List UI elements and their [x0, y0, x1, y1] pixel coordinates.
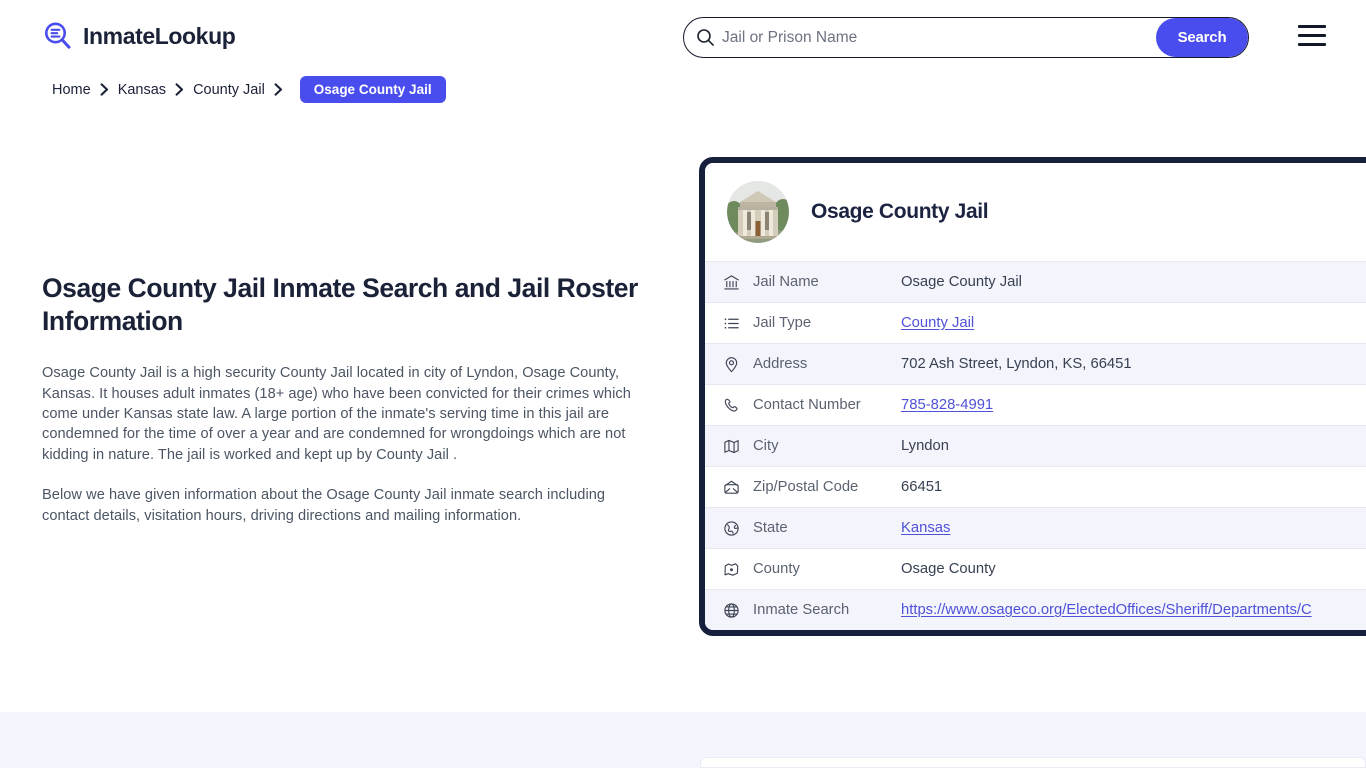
row-label: Jail Name: [753, 274, 819, 290]
hamburger-bar: [1298, 34, 1326, 37]
search-button[interactable]: Search: [1156, 18, 1248, 57]
chevron-right-icon: [274, 83, 283, 96]
row-label: Inmate Search: [753, 602, 850, 618]
courthouse-photo: [727, 181, 789, 243]
row-label: Address: [753, 356, 808, 372]
search-bar[interactable]: Search: [683, 17, 1249, 58]
search-input[interactable]: [718, 18, 1156, 57]
hamburger-bar: [1298, 25, 1326, 28]
main-content: Osage County Jail Inmate Search and Jail…: [42, 272, 638, 526]
hamburger-bar: [1298, 43, 1326, 46]
map-icon: [723, 438, 753, 455]
row-label: Contact Number: [753, 397, 861, 413]
breadcrumb-current: Osage County Jail: [299, 76, 446, 103]
table-row: City Lyndon: [705, 425, 1366, 466]
globe-icon: [723, 602, 753, 619]
table-row: State Kansas: [705, 507, 1366, 548]
table-row: Inmate Search https://www.osageco.org/El…: [705, 589, 1366, 630]
breadcrumb-item-home[interactable]: Home: [52, 82, 91, 98]
bank-icon: [723, 274, 753, 291]
row-value: 702 Ash Street, Lyndon, KS, 66451: [901, 356, 1132, 372]
chevron-right-icon: [175, 83, 184, 96]
row-value: 66451: [901, 479, 943, 495]
row-value: Osage County: [901, 561, 996, 577]
intro-paragraph-2: Below we have given information about th…: [42, 487, 606, 524]
contact-number-link[interactable]: 785-828-4991: [901, 397, 993, 413]
phone-icon: [723, 397, 753, 414]
globe-state-icon: [723, 520, 753, 537]
magnifier-list-icon: [42, 20, 74, 52]
row-value: Osage County Jail: [901, 274, 1022, 290]
table-row: County Osage County: [705, 548, 1366, 589]
county-icon: [723, 561, 753, 578]
jail-card-title: Osage County Jail: [811, 200, 989, 223]
jail-card-header: Osage County Jail: [705, 163, 1366, 261]
chevron-right-icon: [100, 83, 109, 96]
brand-name: InmateLookup: [83, 22, 236, 49]
site-header: InmateLookup Search: [0, 0, 1366, 75]
breadcrumb: Home Kansas County Jail Osage County Jai…: [52, 76, 446, 103]
hamburger-menu-icon[interactable]: [1298, 25, 1326, 46]
page-title: Osage County Jail Inmate Search and Jail…: [42, 273, 638, 336]
table-row: Address 702 Ash Street, Lyndon, KS, 6645…: [705, 343, 1366, 384]
jail-info-card: Osage County Jail Jail Name Osage County…: [699, 157, 1366, 636]
table-row: Zip/Postal Code 66451: [705, 466, 1366, 507]
breadcrumb-item-county-jail[interactable]: County Jail: [193, 82, 265, 98]
intro-paragraph-1: Osage County Jail is a high security Cou…: [42, 365, 631, 463]
state-link[interactable]: Kansas: [901, 520, 950, 536]
breadcrumb-item-kansas[interactable]: Kansas: [118, 82, 166, 98]
map-pin-icon: [723, 356, 753, 373]
list-icon: [723, 315, 753, 332]
table-row: Jail Name Osage County Jail: [705, 261, 1366, 302]
inmate-search-link[interactable]: https://www.osageco.org/ElectedOffices/S…: [901, 602, 1312, 618]
envelope-icon: [723, 479, 753, 496]
table-row: Contact Number 785-828-4991: [705, 384, 1366, 425]
table-row: Jail Type County Jail: [705, 302, 1366, 343]
row-label: State: [753, 520, 788, 536]
row-label: City: [753, 438, 779, 454]
site-logo[interactable]: InmateLookup: [42, 20, 236, 52]
jail-type-link[interactable]: County Jail: [901, 315, 974, 331]
search-icon: [684, 28, 718, 47]
next-section-panel: [700, 757, 1366, 768]
row-value: Lyndon: [901, 438, 949, 454]
row-label: County: [753, 561, 800, 577]
row-label: Jail Type: [753, 315, 812, 331]
row-label: Zip/Postal Code: [753, 479, 859, 495]
